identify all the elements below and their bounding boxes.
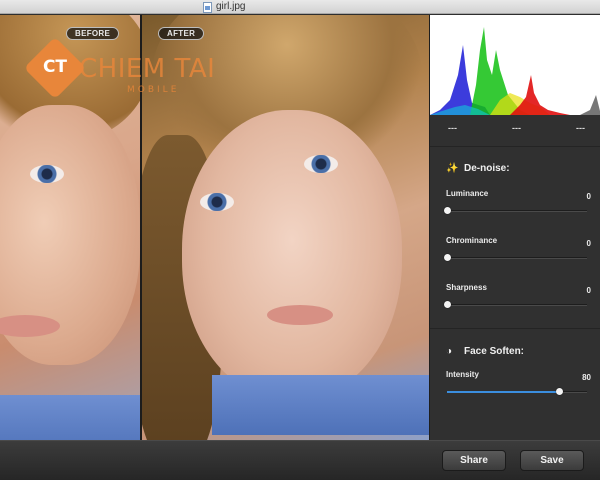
histogram-tail — [580, 95, 600, 115]
chrominance-slider[interactable]: Chrominance 0 — [444, 236, 591, 270]
before-label: BEFORE — [66, 27, 120, 40]
histogram-chart — [430, 15, 600, 115]
slider-fill — [447, 391, 559, 393]
slider-label: Chrominance — [446, 236, 498, 245]
slider-track[interactable] — [444, 301, 587, 308]
denoise-title: De-noise: — [464, 163, 510, 174]
window-title: girl.jpg — [203, 0, 245, 14]
slider-label: Sharpness — [446, 283, 487, 292]
after-lips — [267, 305, 333, 325]
luminance-slider[interactable]: Luminance 0 — [444, 189, 591, 223]
slider-knob[interactable] — [444, 254, 451, 261]
slider-label: Luminance — [446, 189, 489, 198]
slider-value: 0 — [586, 286, 591, 295]
after-face — [182, 110, 402, 400]
slider-track[interactable] — [444, 207, 587, 214]
app-window: girl.jpg BEFORE AFTER CT CHIEM TAI MOBIL… — [0, 0, 600, 480]
after-label: AFTER — [158, 27, 205, 40]
histogram-red — [510, 75, 570, 115]
slider-value: 0 — [586, 239, 591, 248]
histogram-readout-1: --- — [448, 123, 457, 133]
face-soften-icon: ◑ — [446, 345, 453, 357]
face-soften-title: Face Soften: — [464, 346, 525, 357]
face-soften-header: ◑ Face Soften: — [446, 346, 524, 357]
intensity-slider[interactable]: Intensity 80 — [446, 370, 591, 404]
photo-comparison[interactable]: BEFORE AFTER CT CHIEM TAI MOBILE — [0, 15, 429, 440]
image-file-icon — [203, 1, 212, 13]
slider-knob[interactable] — [556, 388, 563, 395]
denoise-header: ✨ De-noise: — [446, 163, 510, 174]
histogram-readout-2: --- — [512, 123, 521, 133]
before-eye — [30, 165, 64, 183]
bottom-toolbar: Share Save — [0, 440, 600, 480]
share-button[interactable]: Share — [442, 450, 506, 471]
before-shirt — [0, 395, 140, 440]
watermark-logo: CT CHIEM TAI MOBILE — [23, 36, 237, 100]
window-title-text: girl.jpg — [216, 1, 246, 12]
save-button[interactable]: Save — [520, 450, 584, 471]
histogram-readouts: --- --- --- — [430, 123, 600, 137]
divider — [430, 146, 600, 147]
sharpness-slider[interactable]: Sharpness 0 — [444, 283, 591, 317]
divider — [430, 328, 600, 329]
logo-badge-text: CT — [42, 57, 68, 77]
slider-track[interactable] — [444, 254, 587, 261]
after-eye-right — [304, 155, 338, 173]
after-eye-left — [200, 193, 234, 211]
after-shirt — [212, 375, 429, 435]
magic-wand-icon: ✨ — [446, 162, 459, 174]
slider-knob[interactable] — [444, 207, 451, 214]
logo-name: CHIEM TAI — [79, 54, 216, 84]
adjustments-sidebar: --- --- --- ✨ De-noise: Luminance 0 Chro… — [429, 15, 600, 440]
slider-value: 80 — [582, 373, 591, 382]
slider-label: Intensity — [446, 370, 479, 379]
logo-subtitle: MOBILE — [127, 85, 180, 95]
slider-knob[interactable] — [444, 301, 451, 308]
title-bar: girl.jpg — [0, 0, 600, 14]
histogram-readout-3: --- — [576, 123, 585, 133]
slider-track[interactable] — [447, 388, 587, 395]
slider-value: 0 — [586, 192, 591, 201]
